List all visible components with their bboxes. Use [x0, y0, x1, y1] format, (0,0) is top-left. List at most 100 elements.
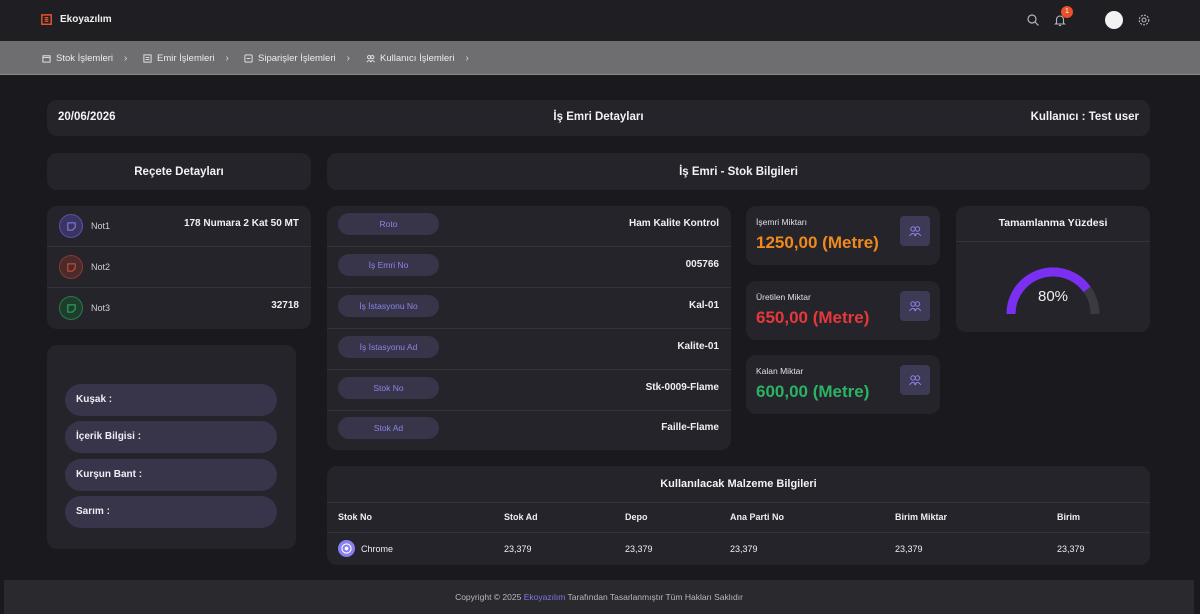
info-value: Faille-Flame	[661, 422, 719, 433]
info-value: 005766	[685, 259, 719, 270]
stat-ordered-quantity: İşemri Miktarı 1250,00 (Metre)	[746, 206, 940, 265]
column-header: Birim Miktar	[895, 512, 948, 522]
column-header: Stok Ad	[504, 512, 538, 522]
users-icon	[366, 54, 375, 62]
materials-title: Kullanılacak Malzeme Bilgileri	[660, 478, 817, 490]
table-cell: 23,379	[730, 544, 758, 554]
info-label: Roto	[338, 213, 439, 235]
nav-label: Stok İşlemleri	[56, 52, 114, 64]
info-row: İş İstasyonu No Kal-01	[327, 288, 731, 329]
info-label: İş İstasyonu Ad	[338, 336, 439, 358]
note-value: 32718	[271, 300, 299, 311]
recipe-title-card: Reçete Detayları	[47, 153, 311, 190]
info-row: Stok No Stk-0009-Flame	[327, 370, 731, 411]
table-cell: 23,379	[625, 544, 653, 554]
nav-item-sales[interactable]: Siparişler İşlemleri ›	[244, 41, 350, 75]
search-icon[interactable]	[1026, 13, 1040, 27]
note-row: Not3 32718	[47, 288, 311, 329]
note-name: Not3	[91, 303, 111, 313]
stat-value: 1250,00 (Metre)	[756, 233, 879, 252]
brand-name: Ekoyazılım	[60, 14, 112, 25]
prop-sarim: Sarım :	[65, 496, 277, 528]
work-order-header: İş Emri Detayları 20/06/2026 Kullanıcı :…	[47, 100, 1150, 136]
note-icon	[59, 296, 83, 320]
cart-icon	[244, 53, 253, 63]
info-value: Ham Kalite Kontrol	[628, 218, 719, 229]
user-avatar[interactable]	[1105, 11, 1123, 29]
stat-label: İşemri Miktarı	[756, 217, 807, 227]
note-row: Not2	[47, 247, 311, 288]
list-icon	[143, 53, 152, 63]
users-icon	[900, 216, 930, 246]
nav-item-users[interactable]: Kullanıcı İşlemleri ›	[366, 41, 469, 75]
chevron-right-icon: ›	[124, 52, 128, 64]
stock-info-title: İş Emri - Stok Bilgileri	[679, 165, 798, 178]
note-name: Not1	[91, 221, 111, 231]
footer-copyright: Copyright © 2025	[455, 592, 522, 602]
column-header: Stok No	[338, 512, 373, 522]
note-icon	[59, 214, 83, 238]
completion-card: Tamamlanma Yüzdesi 80%	[956, 206, 1150, 332]
recipe-properties: Kuşak : İçerik Bilgisi : Kurşun Bant : S…	[47, 345, 296, 549]
stock-info-title-card: İş Emri - Stok Bilgileri	[327, 153, 1150, 190]
nav-label: Siparişler İşlemleri	[258, 52, 336, 64]
footer-brand-link[interactable]: Ekoyazılım	[524, 592, 566, 602]
info-label: İş İstasyonu No	[338, 295, 439, 317]
note-icon	[59, 255, 83, 279]
users-icon	[900, 365, 930, 395]
info-value: Kalite-01	[677, 341, 719, 352]
recipe-notes: Not1 178 Numara 2 Kat 50 MT Not2 Not3 32…	[47, 206, 311, 329]
completion-title: Tamamlanma Yüzdesi	[998, 217, 1108, 229]
prop-kursun-bant: Kurşun Bant :	[65, 459, 277, 491]
prop-kusak: Kuşak :	[65, 384, 277, 416]
chevron-right-icon: ›	[346, 52, 350, 64]
chrome-icon	[338, 540, 355, 557]
info-row: İş Emri No 005766	[327, 247, 731, 288]
prop-icerik-bilgisi: İçerik Bilgisi :	[65, 421, 277, 453]
divider	[327, 532, 1150, 533]
info-row: Stok Ad Faille-Flame	[327, 410, 731, 450]
users-icon	[900, 291, 930, 321]
brand-logo[interactable]: Ekoyazılım	[39, 12, 112, 27]
materials-table: Kullanılacak Malzeme Bilgileri Stok No S…	[327, 466, 1150, 565]
nav-item-orders[interactable]: Emir İşlemleri ›	[143, 41, 229, 75]
nav-label: Kullanıcı İşlemleri	[380, 52, 455, 64]
stat-produced-quantity: Üretilen Miktar 650,00 (Metre)	[746, 281, 940, 340]
table-cell: 23,379	[504, 544, 532, 554]
table-cell: 23,379	[1057, 544, 1085, 554]
note-row: Not1 178 Numara 2 Kat 50 MT	[47, 206, 311, 247]
table-cell: 23,379	[895, 544, 923, 554]
stat-label: Kalan Miktar	[756, 366, 804, 376]
box-icon	[42, 54, 51, 63]
info-value: Stk-0009-Flame	[645, 382, 719, 393]
info-label: İş Emri No	[338, 254, 439, 276]
divider	[956, 241, 1150, 242]
info-label: Stok Ad	[338, 417, 439, 439]
top-bar: Ekoyazılım 1	[0, 0, 1200, 41]
table-cell: Chrome	[361, 544, 394, 554]
chevron-right-icon: ›	[465, 52, 469, 64]
column-header: Birim	[1057, 512, 1081, 522]
order-date: 20/06/2026	[58, 111, 116, 123]
current-user: Kullanıcı : Test user	[1030, 111, 1139, 123]
stock-info-list: Roto Ham Kalite Kontrol İş Emri No 00576…	[327, 206, 731, 450]
stat-label: Üretilen Miktar	[756, 292, 811, 302]
divider	[327, 502, 1150, 503]
chevron-right-icon: ›	[225, 52, 229, 64]
completion-value: 80%	[1037, 288, 1069, 305]
footer: Copyright © 2025 Ekoyazılım Tarafından T…	[4, 580, 1194, 614]
nav-label: Emir İşlemleri	[157, 52, 215, 64]
info-row: Roto Ham Kalite Kontrol	[327, 206, 731, 247]
footer-rights: Tarafından Tasarlanmıştır Tüm Hakları Sa…	[567, 592, 743, 602]
recipe-title: Reçete Detayları	[134, 165, 224, 178]
settings-gear-icon[interactable]	[1137, 13, 1151, 27]
info-row: İş İstasyonu Ad Kalite-01	[327, 329, 731, 370]
stat-value: 650,00 (Metre)	[756, 308, 870, 327]
info-value: Kal-01	[688, 300, 719, 311]
info-label: Stok No	[338, 377, 439, 399]
nav-item-stock[interactable]: Stok İşlemleri ›	[42, 41, 127, 75]
notification-badge: 1	[1061, 6, 1073, 18]
column-header: Depo	[625, 512, 648, 522]
notification-bell-icon[interactable]: 1	[1053, 6, 1073, 27]
note-name: Not2	[91, 262, 111, 272]
